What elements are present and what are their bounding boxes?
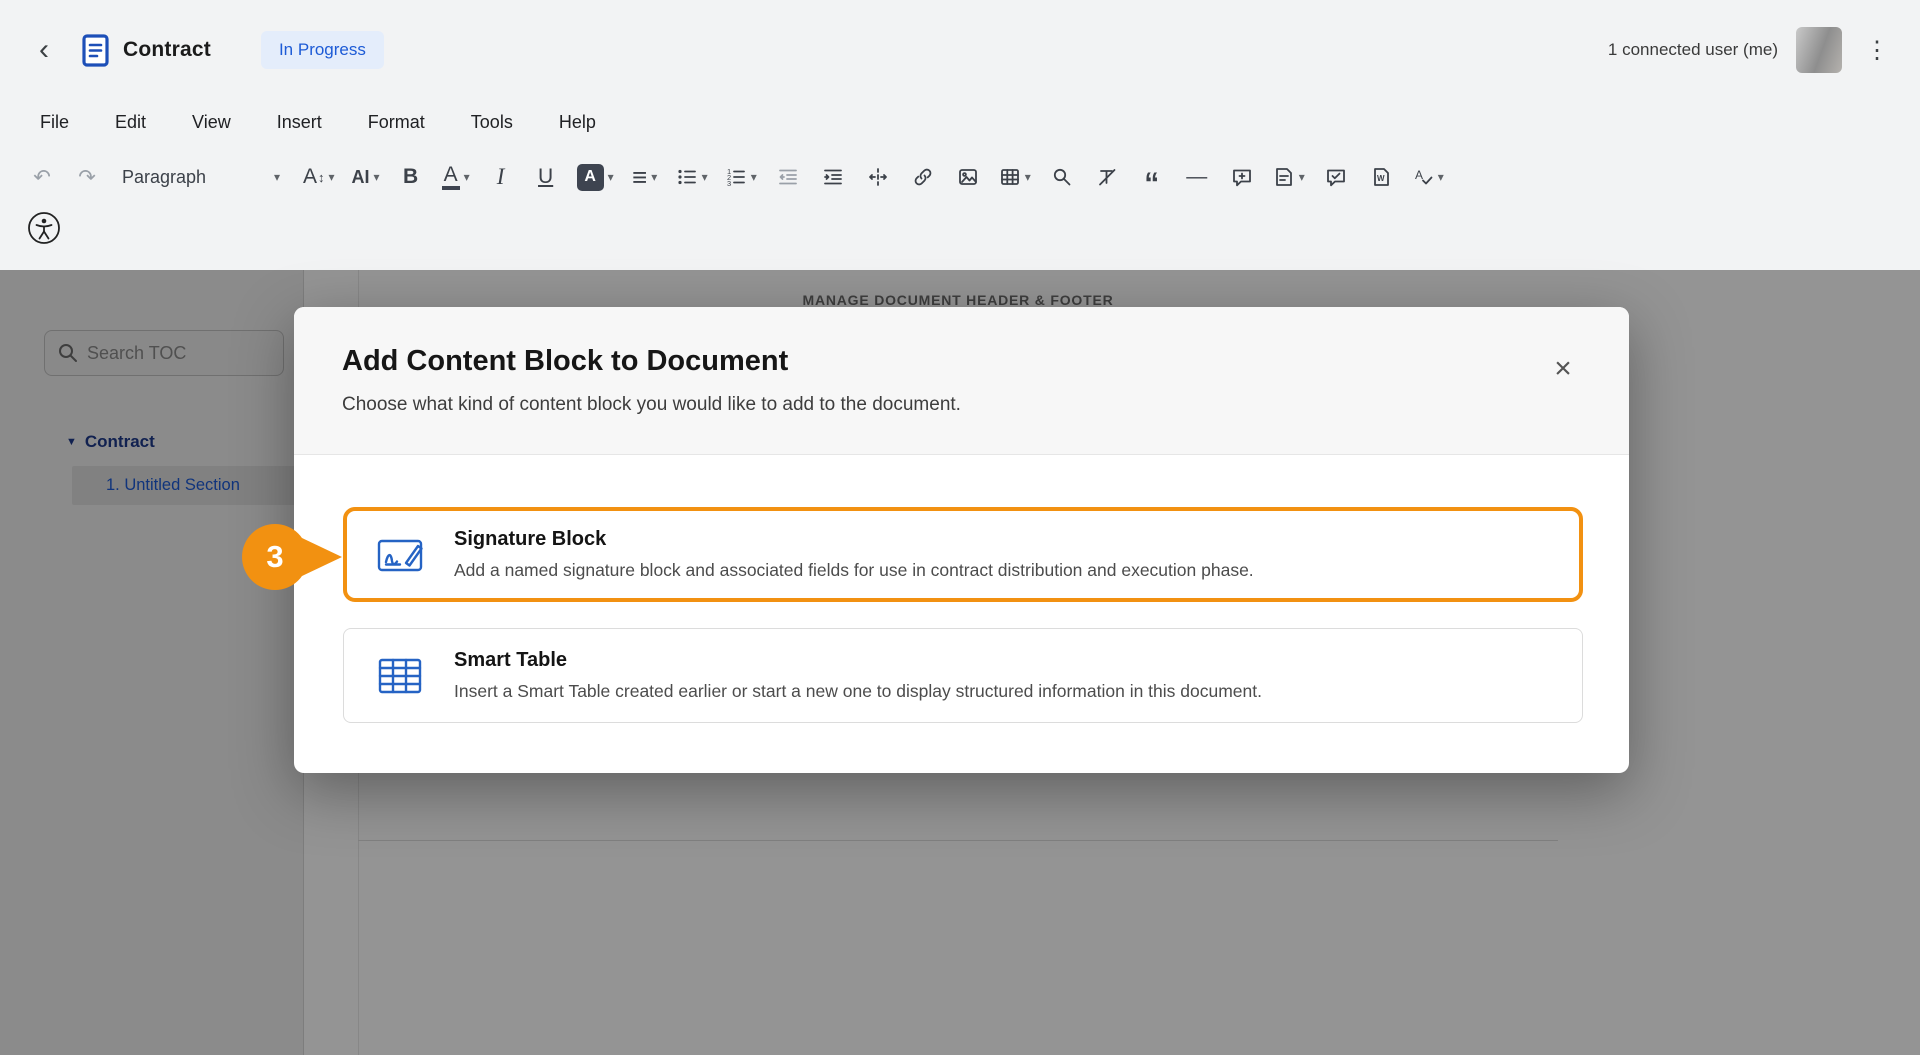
chevron-down-icon: ▾: [751, 170, 757, 184]
option-smart-table[interactable]: Smart Table Insert a Smart Table created…: [343, 628, 1583, 723]
modal-subtitle: Choose what kind of content block you wo…: [342, 394, 1581, 416]
font-size-icon: A: [303, 165, 317, 189]
table-icon: [999, 166, 1021, 188]
option-description: Add a named signature block and associat…: [454, 560, 1254, 581]
close-icon[interactable]: ×: [1541, 347, 1585, 391]
secondary-toolbar: [0, 210, 1920, 270]
overflow-menu-icon[interactable]: ⋮: [1860, 30, 1894, 70]
toolbar: ↶ ↷ Paragraph ▾ A↕ ▾ AI ▾ B A ▾ I U: [0, 144, 1920, 210]
chevron-down-icon: ▾: [329, 170, 335, 184]
back-button[interactable]: ‹: [24, 30, 64, 70]
bold-icon[interactable]: B: [393, 155, 429, 199]
chevron-down-icon: ▾: [274, 170, 280, 184]
option-title: Signature Block: [454, 528, 1254, 551]
modal-header: Add Content Block to Document Choose wha…: [294, 307, 1629, 455]
insert-template-dropdown[interactable]: ▾: [1269, 155, 1309, 199]
bullet-list-icon: [676, 166, 698, 188]
menu-help[interactable]: Help: [559, 112, 596, 133]
horizontal-rule-icon[interactable]: —: [1179, 155, 1215, 199]
menu-format[interactable]: Format: [368, 112, 425, 133]
numbered-list-dropdown[interactable]: 1 2 3 ▾: [721, 155, 761, 199]
step-annotation-badge: 3: [242, 524, 308, 590]
spellcheck-icon: A: [1412, 166, 1434, 188]
option-text: Smart Table Insert a Smart Table created…: [454, 649, 1262, 702]
menubar: File Edit View Insert Format Tools Help: [0, 100, 1920, 144]
comments-icon[interactable]: [1318, 155, 1354, 199]
chevron-down-icon: ▾: [1438, 170, 1444, 184]
insert-table-dropdown[interactable]: ▾: [995, 155, 1035, 199]
document-icon: [82, 34, 109, 67]
chevron-down-icon: ▾: [1299, 170, 1305, 184]
option-text: Signature Block Add a named signature bl…: [454, 528, 1254, 581]
paragraph-style-dropdown[interactable]: Paragraph ▾: [114, 155, 290, 199]
underline-icon[interactable]: U: [528, 155, 564, 199]
smart-table-icon: [374, 652, 426, 700]
top-chrome: ‹ Contract In Progress 1 connected user …: [0, 0, 1920, 270]
chevron-down-icon: ▾: [702, 170, 708, 184]
font-size-dropdown[interactable]: A↕ ▾: [299, 155, 339, 199]
ai-icon: AI: [352, 167, 370, 188]
edit-document-icon: [1273, 166, 1295, 188]
paragraph-style-label: Paragraph: [122, 167, 206, 188]
italic-icon[interactable]: I: [483, 155, 519, 199]
align-icon: ≡: [632, 162, 647, 193]
redo-icon[interactable]: ↷: [69, 155, 105, 199]
outdent-icon[interactable]: [770, 155, 806, 199]
accessibility-icon[interactable]: [26, 210, 62, 249]
svg-text:A: A: [1415, 168, 1423, 182]
menu-tools[interactable]: Tools: [471, 112, 513, 133]
option-signature-block[interactable]: Signature Block Add a named signature bl…: [343, 507, 1583, 602]
svg-text:W: W: [1377, 174, 1385, 183]
undo-icon[interactable]: ↶: [24, 155, 60, 199]
ai-assist-dropdown[interactable]: AI ▾: [348, 155, 384, 199]
font-size-arrows-icon: ↕: [318, 170, 325, 185]
option-description: Insert a Smart Table created earlier or …: [454, 681, 1262, 702]
connected-users-label: 1 connected user (me): [1608, 40, 1778, 60]
header-right: 1 connected user (me) ⋮: [1608, 27, 1894, 73]
clear-formatting-icon[interactable]: [1089, 155, 1125, 199]
indent-icon[interactable]: [815, 155, 851, 199]
signature-block-icon: [374, 531, 426, 579]
header-bar: ‹ Contract In Progress 1 connected user …: [0, 0, 1920, 100]
option-title: Smart Table: [454, 649, 1262, 672]
chevron-down-icon: ▾: [1025, 170, 1031, 184]
font-color-icon: A: [442, 164, 460, 190]
status-badge: In Progress: [261, 31, 384, 69]
link-icon[interactable]: [905, 155, 941, 199]
modal-title: Add Content Block to Document: [342, 345, 1581, 378]
avatar[interactable]: [1796, 27, 1842, 73]
numbered-list-icon: 1 2 3: [725, 166, 747, 188]
menu-view[interactable]: View: [192, 112, 231, 133]
add-content-block-modal: Add Content Block to Document Choose wha…: [294, 307, 1629, 773]
svg-text:3: 3: [727, 179, 731, 188]
chevron-down-icon: ▾: [374, 170, 380, 184]
chevron-down-icon: ▾: [651, 170, 657, 184]
app-window: ‹ Contract In Progress 1 connected user …: [0, 0, 1920, 1055]
page-title: Contract: [123, 38, 211, 62]
spellcheck-dropdown[interactable]: A ▾: [1408, 155, 1448, 199]
highlight-color-dropdown[interactable]: A ▾: [573, 155, 618, 199]
modal-body: Signature Block Add a named signature bl…: [294, 455, 1629, 723]
align-dropdown[interactable]: ≡ ▾: [627, 155, 663, 199]
blockquote-icon[interactable]: “: [1134, 155, 1170, 199]
export-word-icon[interactable]: W: [1363, 155, 1399, 199]
page-break-icon[interactable]: [860, 155, 896, 199]
bullet-list-dropdown[interactable]: ▾: [672, 155, 712, 199]
chevron-down-icon: ▾: [608, 170, 614, 184]
highlight-icon: A: [577, 164, 604, 191]
step-number: 3: [266, 539, 283, 575]
insert-image-icon[interactable]: [950, 155, 986, 199]
add-comment-icon[interactable]: [1224, 155, 1260, 199]
font-color-dropdown[interactable]: A ▾: [438, 155, 474, 199]
menu-insert[interactable]: Insert: [277, 112, 322, 133]
find-replace-icon[interactable]: [1044, 155, 1080, 199]
chevron-down-icon: ▾: [464, 170, 470, 184]
menu-edit[interactable]: Edit: [115, 112, 146, 133]
menu-file[interactable]: File: [40, 112, 69, 133]
